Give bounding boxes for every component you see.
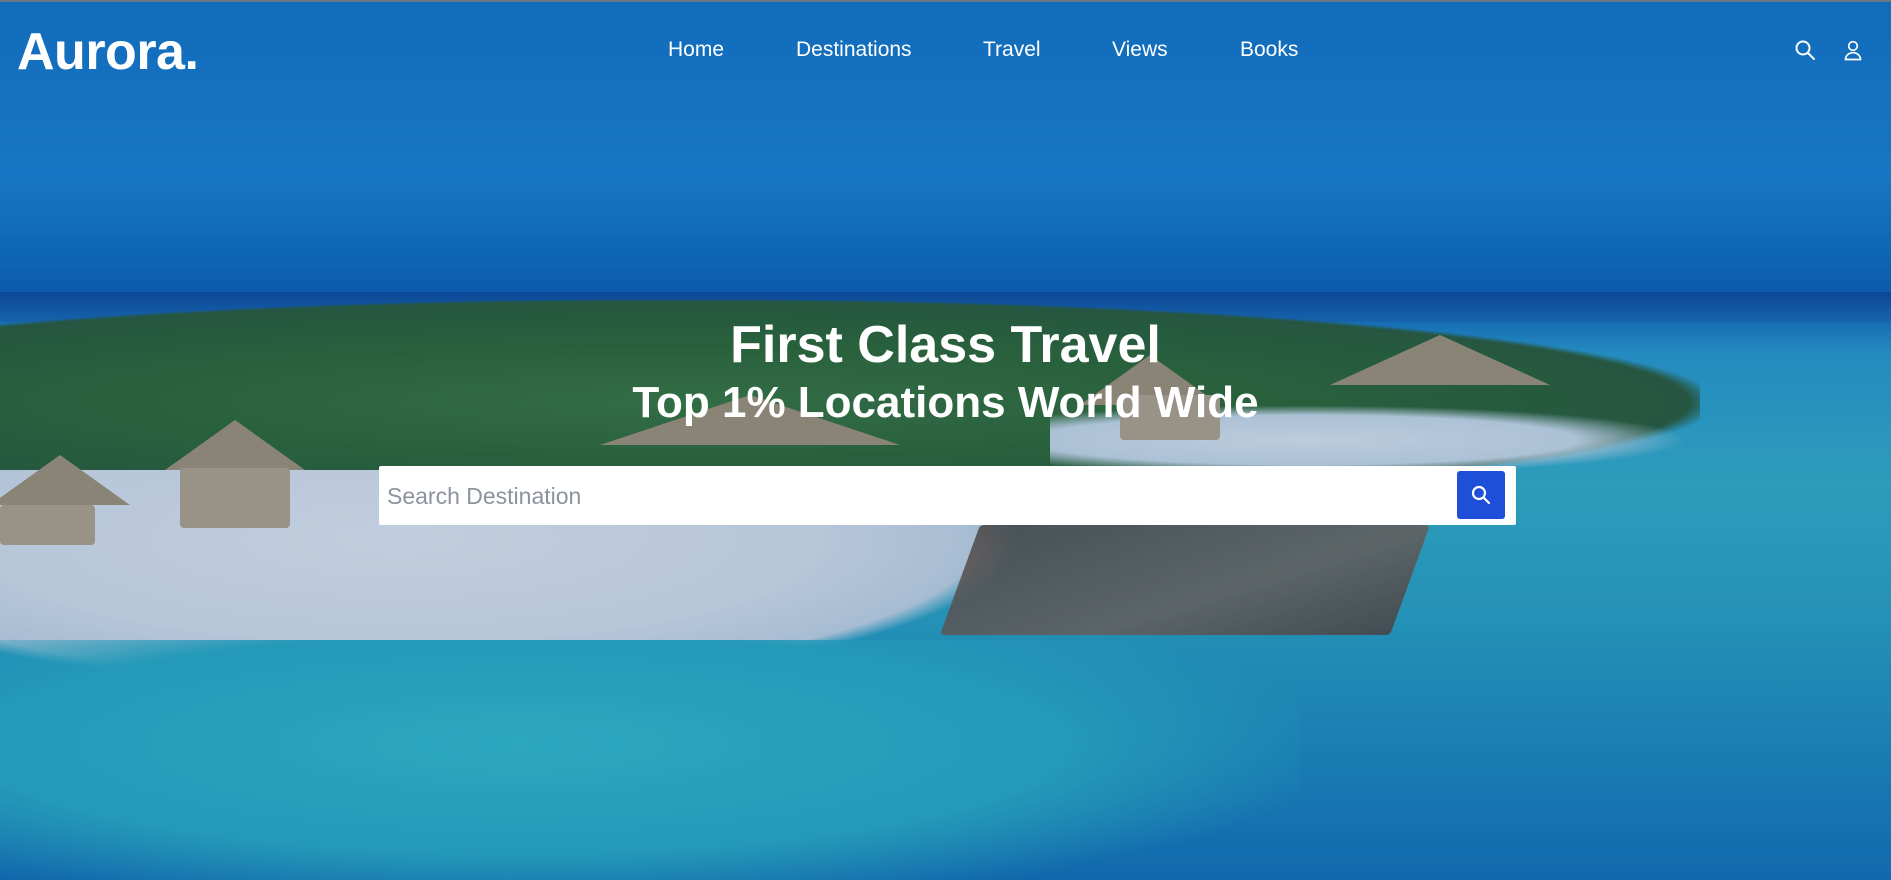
hero-background — [0, 0, 1891, 880]
top-border — [0, 0, 1891, 2]
main-nav: Home Destinations Travel Views Books — [0, 38, 1891, 62]
search-icon[interactable] — [1793, 38, 1817, 62]
nav-item-books[interactable]: Books — [1240, 38, 1298, 62]
search-icon — [1471, 485, 1491, 505]
user-icon[interactable] — [1841, 38, 1865, 62]
search-submit-button[interactable] — [1457, 471, 1505, 519]
hero-overlay — [0, 0, 1891, 880]
nav-item-travel[interactable]: Travel — [983, 38, 1041, 62]
hero-subtitle: Top 1% Locations World Wide — [632, 378, 1259, 427]
nav-item-home[interactable]: Home — [668, 38, 724, 62]
hero-title: First Class Travel — [730, 316, 1161, 374]
nav-item-views[interactable]: Views — [1112, 38, 1168, 62]
destination-search-input[interactable] — [385, 466, 1429, 527]
nav-item-destinations[interactable]: Destinations — [796, 38, 912, 62]
destination-search-bar — [379, 466, 1516, 527]
